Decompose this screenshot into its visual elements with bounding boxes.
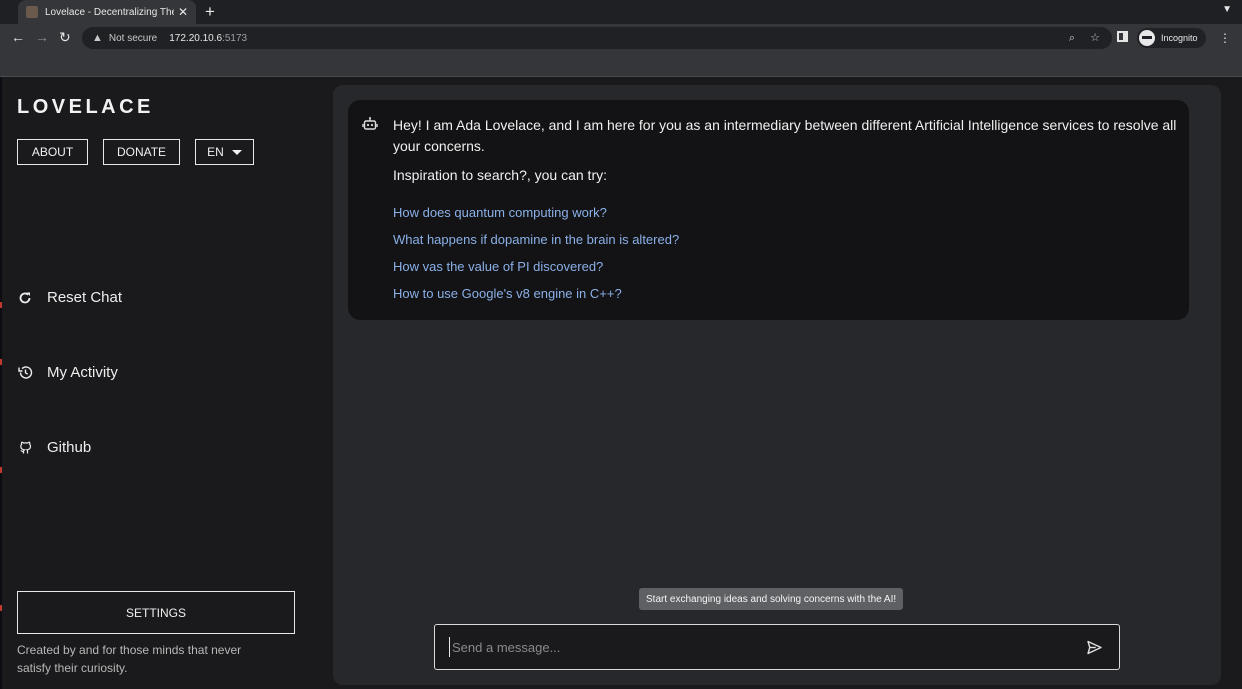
url-port: :5173 [222,32,248,44]
suggestion-link[interactable]: What happens if dopamine in the brain is… [393,232,679,247]
reload-icon[interactable]: ↻ [59,29,71,46]
language-value: EN [207,145,224,159]
inspiration-text: Inspiration to search?, you can try: [393,167,607,183]
send-icon[interactable] [1086,639,1103,656]
assistant-message: Hey! I am Ada Lovelace, and I am here fo… [348,100,1189,320]
refresh-icon [17,290,33,306]
menu-icon[interactable]: ⋮ [1219,31,1231,45]
donate-button[interactable]: DONATE [103,139,180,165]
star-icon[interactable]: ☆ [1090,32,1100,44]
nav-reset-chat-label: Reset Chat [47,289,123,306]
language-select[interactable]: EN [195,139,254,165]
browser-tab-bar: Lovelace - Decentralizing The ✕ + ▼ [0,0,1242,24]
chat-panel: Hey! I am Ada Lovelace, and I am here fo… [333,85,1221,685]
caret-down-icon [231,149,242,155]
footer-tagline: Created by and for those minds that neve… [17,643,242,675]
github-icon [17,440,33,456]
favicon-icon [26,6,38,18]
security-label[interactable]: Not secure [109,33,157,44]
incognito-icon [1139,30,1155,46]
back-icon[interactable]: ← [11,29,25,45]
sidebar: LOVELACE ABOUT DONATE EN Reset Chat My A… [2,77,328,689]
nav-github[interactable]: Github [17,439,91,456]
tab-search-icon[interactable]: ▼ [1222,4,1232,15]
message-input[interactable] [449,637,1069,657]
suggestion-link[interactable]: How to use Google's v8 engine in C++? [393,286,622,301]
profile-label: Incognito [1161,33,1198,43]
tab-close-icon[interactable]: ✕ [178,5,188,19]
url-host: 172.20.10.6 [169,32,223,44]
bookmarks-bar [0,53,1242,77]
incognito-badge[interactable]: Incognito [1137,28,1206,48]
address-bar[interactable]: ▲ Not secure 172.20.10.6 :5173 ⌕ ☆ [82,27,1112,49]
side-panel-icon[interactable] [1117,31,1128,42]
greeting-text: Hey! I am Ada Lovelace, and I am here fo… [393,117,1177,154]
history-icon [17,365,33,381]
forward-icon[interactable]: → [35,29,49,45]
tab-title: Lovelace - Decentralizing The [45,6,174,18]
settings-button[interactable]: SETTINGS [17,591,295,634]
nav-my-activity-label: My Activity [47,364,118,381]
app-logo: LOVELACE [17,96,154,118]
nav-my-activity[interactable]: My Activity [17,364,118,381]
browser-toolbar: ← → ↻ ▲ Not secure 172.20.10.6 :5173 ⌕ ☆… [0,24,1242,53]
zoom-icon[interactable]: ⌕ [1069,32,1075,44]
input-tooltip: Start exchanging ideas and solving conce… [639,588,904,610]
suggestion-link[interactable]: How does quantum computing work? [393,205,607,220]
nav-github-label: Github [47,439,92,456]
new-tab-button[interactable]: + [205,2,215,22]
suggestion-link[interactable]: How vas the value of PI discovered? [393,259,603,274]
browser-tab[interactable]: Lovelace - Decentralizing The ✕ [18,0,196,24]
warning-icon[interactable]: ▲ [92,32,103,44]
nav-reset-chat[interactable]: Reset Chat [17,289,122,306]
robot-icon [362,116,378,132]
about-button[interactable]: ABOUT [17,139,88,165]
message-composer [434,624,1120,670]
